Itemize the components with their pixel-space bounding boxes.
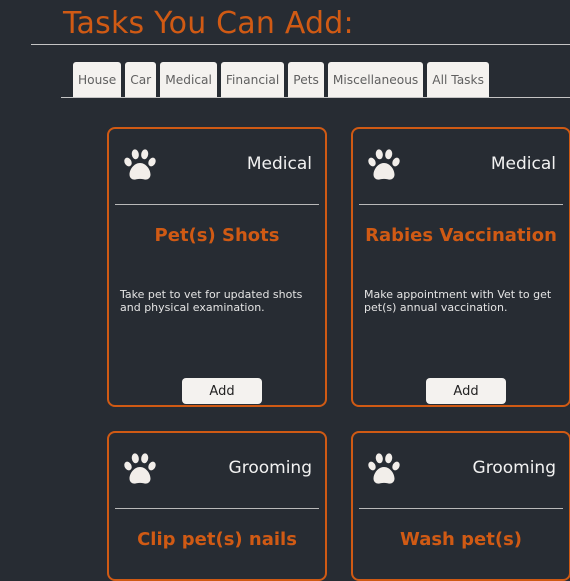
task-description: Take pet to vet for updated shots and ph… <box>120 288 303 314</box>
paw-icon <box>122 147 158 183</box>
page-title: Tasks You Can Add: <box>63 6 354 41</box>
tab-house[interactable]: House <box>73 62 122 97</box>
task-title: Pet(s) Shots <box>154 225 280 246</box>
task-title: Rabies Vaccination <box>365 225 557 246</box>
task-category: Grooming <box>228 458 312 478</box>
add-button[interactable]: Add <box>426 378 506 404</box>
task-description: Make appointment with Vet to get pet(s) … <box>364 288 552 314</box>
tab-medical[interactable]: Medical <box>160 62 217 97</box>
task-title: Wash pet(s) <box>399 529 523 550</box>
tabs-divider <box>61 97 570 98</box>
paw-icon <box>366 147 402 183</box>
task-title: Clip pet(s) nails <box>137 529 297 550</box>
tab-car[interactable]: Car <box>125 62 157 97</box>
paw-icon <box>122 451 158 487</box>
task-card: Grooming Wash pet(s) <box>351 431 570 581</box>
category-tabs: House Car Medical Financial Pets Miscell… <box>73 62 489 97</box>
task-card: Medical Pet(s) Shots Take pet to vet for… <box>107 127 327 407</box>
card-divider <box>359 508 563 509</box>
task-card: Grooming Clip pet(s) nails <box>107 431 327 581</box>
task-category: Grooming <box>472 458 556 478</box>
paw-icon <box>366 451 402 487</box>
tab-financial[interactable]: Financial <box>220 62 285 97</box>
title-divider <box>31 44 570 45</box>
tab-pets[interactable]: Pets <box>288 62 324 97</box>
task-category: Medical <box>490 154 556 174</box>
card-divider <box>359 204 563 205</box>
card-divider <box>115 204 319 205</box>
card-divider <box>115 508 319 509</box>
tab-all-tasks[interactable]: All Tasks <box>427 62 489 97</box>
task-card: Medical Rabies Vaccination Make appointm… <box>351 127 570 407</box>
tab-miscellaneous[interactable]: Miscellaneous <box>327 62 424 97</box>
add-button[interactable]: Add <box>182 378 262 404</box>
task-category: Medical <box>246 154 312 174</box>
